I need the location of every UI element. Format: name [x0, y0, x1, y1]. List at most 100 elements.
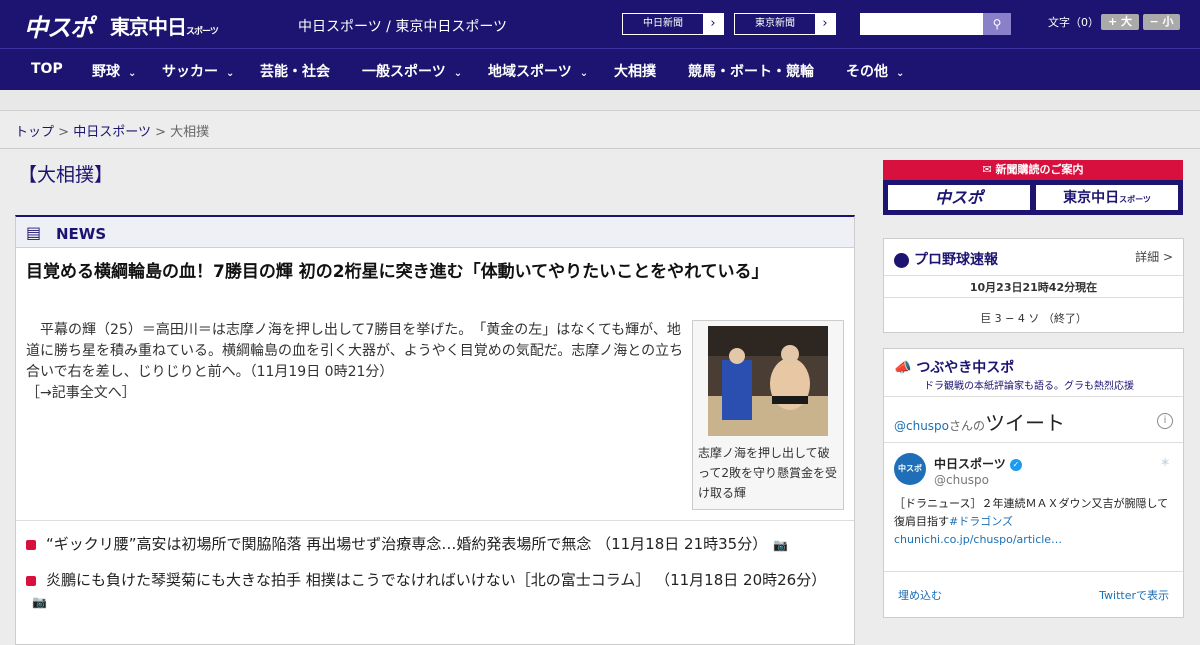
- list-item-text: “ギックリ腰”高安は初場所で関脇陥落 再出場せず治療専念…婚約発表場所で無念 （…: [46, 535, 768, 553]
- nav-label: 野球: [92, 64, 120, 80]
- nav-label: 芸能・社会: [260, 64, 330, 80]
- nav-label: 競馬・ボート・競輪: [688, 64, 814, 80]
- breadcrumb: トップ > 中日スポーツ > 大相撲: [15, 121, 209, 140]
- nav-other[interactable]: その他 ⌄: [846, 61, 904, 81]
- account-name[interactable]: 中日スポーツ ✓: [934, 455, 1022, 472]
- nav-sumo[interactable]: 大相撲: [614, 61, 656, 81]
- account-name-text: 中日スポーツ: [934, 457, 1006, 471]
- search-button[interactable]: ⚲: [983, 13, 1011, 35]
- divider: [884, 396, 1183, 397]
- subscription-title: 新聞購読のご案内: [995, 163, 1084, 176]
- twitter-title-text: つぶやき中スポ: [916, 360, 1015, 376]
- subscribe-tokyo-button[interactable]: 東京中日スポーツ: [1035, 184, 1179, 211]
- list-item-text: 炎鵬にも負けた琴奨菊にも大きな拍手 相撲はこうでなければいけない［北の富士コラム…: [46, 571, 827, 589]
- font-increase-button[interactable]: + 大: [1101, 14, 1139, 30]
- breadcrumb-current: 大相撲: [170, 125, 210, 140]
- read-more-link[interactable]: ［→記事全文へ］: [26, 385, 136, 401]
- divider: [884, 442, 1183, 443]
- tokyo-chunichi-logo[interactable]: 東京中日スポーツ: [110, 11, 219, 40]
- timeline-handle-suffix: さんの: [949, 419, 986, 433]
- chevron-down-icon: ⌄: [226, 68, 235, 79]
- search-icon: ⚲: [992, 17, 1002, 31]
- font-size-label: 文字（0）: [1048, 16, 1099, 29]
- subscribe-tokyo-small: スポーツ: [1119, 195, 1151, 204]
- nav-label: TOP: [31, 61, 63, 77]
- news-label: NEWS: [56, 225, 107, 243]
- chunichi-shimbun-label: 中日新聞: [643, 18, 683, 29]
- news-header: ▤ NEWS: [16, 217, 854, 248]
- megaphone-icon: 📣: [894, 360, 912, 376]
- nav-label: その他: [846, 64, 888, 80]
- camera-icon: 📷: [32, 595, 47, 609]
- nav-top[interactable]: TOP: [31, 61, 63, 77]
- site-title[interactable]: 中日スポーツ / 東京中日スポーツ: [298, 16, 507, 36]
- timeline-title: ツイート: [985, 411, 1066, 435]
- chevron-down-icon: ⌄: [896, 68, 905, 79]
- divider: [884, 571, 1183, 572]
- tweet-hashtag-link[interactable]: #ドラゴンズ: [949, 515, 1013, 528]
- tweet-url-link[interactable]: chunichi.co.jp/chuspo/article…: [894, 533, 1062, 546]
- nav-racing[interactable]: 競馬・ボート・競輪: [688, 61, 814, 81]
- list-item[interactable]: 炎鵬にも負けた琴奨菊にも大きな拍手 相撲はこうでなければいけない［北の富士コラム…: [26, 570, 846, 613]
- list-item[interactable]: “ギックリ腰”高安は初場所で関脇陥落 再出場せず治療専念…婚約発表場所で無念 （…: [26, 534, 846, 556]
- baseball-title-text: プロ野球速報: [914, 252, 998, 268]
- tweet-body: ［ドラニュース］２年連続ＭＡＸダウン又吉が腕隠して復肩目指す: [894, 497, 1169, 528]
- nav-local-sports[interactable]: 地域スポーツ ⌄: [488, 61, 588, 81]
- ticket-icon: ▤: [26, 223, 42, 242]
- search-input[interactable]: [860, 13, 983, 35]
- embed-link[interactable]: 埋め込む: [898, 587, 942, 603]
- breadcrumb-separator: >: [155, 125, 166, 140]
- account-handle[interactable]: @chuspo: [934, 473, 989, 487]
- baseball-score-card: プロ野球速報 詳細 > 10月23日21時42分現在 巨 3 − 4 ソ （終了…: [883, 238, 1184, 333]
- nav-general-sports[interactable]: 一般スポーツ ⌄: [362, 61, 462, 81]
- nav-label: 一般スポーツ: [362, 64, 446, 80]
- twitter-bird-icon[interactable]: ✶: [1159, 455, 1171, 471]
- avatar[interactable]: 中スポ: [894, 453, 926, 485]
- tokyo-shimbun-button[interactable]: 東京新聞 ›: [734, 13, 836, 35]
- lead-text: 平幕の輝（25）＝高田川＝は志摩ノ海を押し出して7勝目を挙げた。 「黄金の左」は…: [26, 322, 684, 380]
- main-nav: TOP 野球 ⌄ サッカー ⌄ 芸能・社会 一般スポーツ ⌄ 地域スポーツ ⌄ 大相撲 …: [0, 48, 1200, 90]
- chuspo-logo[interactable]: 中スポ: [24, 8, 94, 43]
- chunichi-shimbun-button[interactable]: 中日新聞 ›: [622, 13, 724, 35]
- tweet-text: ［ドラニュース］２年連続ＭＡＸダウン又吉が腕隠して復肩目指す#ドラゴンズ chun…: [894, 495, 1174, 549]
- photo-caption: 志摩ノ海を押し出して破って2敗を守り懸賞金を受け取る輝: [698, 446, 838, 500]
- subscription-banner[interactable]: ✉ 新聞購読のご案内 中スポ 東京中日スポーツ: [883, 160, 1183, 215]
- chevron-down-icon: ⌄: [579, 68, 589, 79]
- tokyo-logo-small: スポーツ: [186, 27, 219, 37]
- subscription-header: ✉ 新聞購読のご案内: [883, 160, 1183, 180]
- divider: [884, 297, 1183, 298]
- newspaper-icon: ✉: [982, 163, 992, 176]
- nav-entertainment[interactable]: 芸能・社会: [260, 61, 330, 81]
- camera-icon: 📷: [773, 538, 789, 552]
- chevron-down-icon: ⌄: [128, 68, 137, 79]
- sumo-photo-image: [708, 326, 828, 436]
- view-on-twitter-link[interactable]: Twitterで表示: [1099, 587, 1169, 603]
- nav-baseball[interactable]: 野球 ⌄: [92, 61, 136, 81]
- chevron-right-icon: ›: [703, 14, 723, 34]
- article-photo-box[interactable]: 志摩ノ海を押し出して破って2敗を守り懸賞金を受け取る輝: [692, 320, 844, 510]
- subscribe-chuspo-button[interactable]: 中スポ: [887, 184, 1031, 211]
- nav-soccer[interactable]: サッカー ⌄: [162, 61, 234, 81]
- info-icon[interactable]: i: [1157, 413, 1173, 429]
- top-header: 中スポ 東京中日スポーツ 中日スポーツ / 東京中日スポーツ 中日新聞 › 東京新…: [0, 0, 1200, 48]
- breadcrumb-section[interactable]: 中日スポーツ: [73, 125, 151, 140]
- baseball-update-time: 10月23日21時42分現在: [969, 281, 1098, 294]
- article-photo[interactable]: [708, 326, 828, 436]
- headline-link[interactable]: 目覚める横綱輪島の血！7勝目の輝 初の2桁星に突き進む「体動いてやりたいことをや…: [26, 259, 826, 285]
- baseball-title: プロ野球速報: [894, 249, 998, 269]
- font-decrease-button[interactable]: − 小: [1143, 14, 1180, 30]
- twitter-subtitle: ドラ観戦の本紙評論家も語る。グラも熱烈応援: [924, 381, 1134, 392]
- bullet-icon: [26, 575, 36, 586]
- news-panel: ▤ NEWS 目覚める横綱輪島の血！7勝目の輝 初の2桁星に突き進む「体動いてや…: [15, 215, 855, 645]
- divider: [884, 275, 1183, 276]
- breadcrumb-separator: >: [58, 125, 70, 140]
- timeline-header: @chuspoさんのツイート: [894, 407, 1065, 436]
- verified-icon: ✓: [1009, 458, 1022, 471]
- tokyo-logo-text: 東京中日: [110, 15, 187, 39]
- baseball-score-row[interactable]: 巨 3 − 4 ソ （終了）: [884, 310, 1183, 326]
- subscription-body: 中スポ 東京中日スポーツ: [883, 180, 1183, 215]
- timeline-handle-link[interactable]: @chuspo: [894, 419, 949, 433]
- breadcrumb-home[interactable]: トップ: [15, 125, 54, 140]
- article-lead: 平幕の輝（25）＝高田川＝は志摩ノ海を押し出して7勝目を挙げた。 「黄金の左」は…: [26, 320, 686, 404]
- baseball-detail-link[interactable]: 詳細 >: [1135, 248, 1173, 265]
